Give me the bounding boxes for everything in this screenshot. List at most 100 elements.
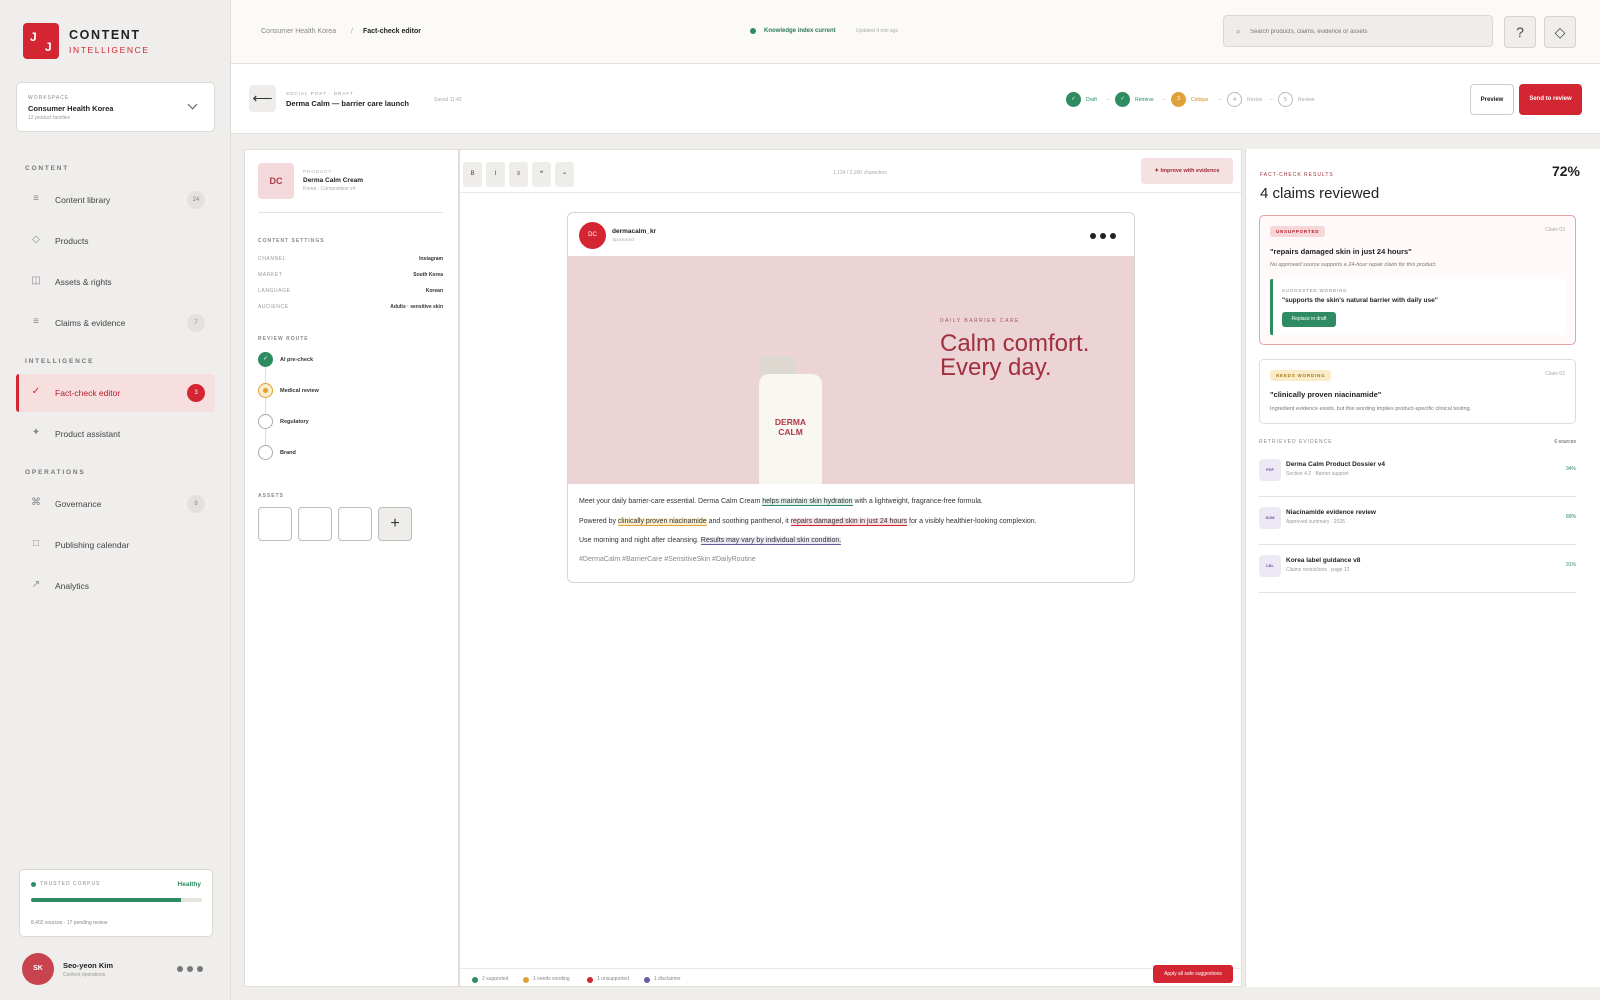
breadcrumb-parent[interactable]: Consumer Health Korea xyxy=(261,28,336,35)
claim-number: Claim 02 xyxy=(1545,371,1565,377)
setting-channel[interactable]: CHANNEL Instagram xyxy=(258,256,443,266)
status-badge: NEEDS WORDING xyxy=(1270,370,1332,381)
sidebar-item-label: Publishing calendar xyxy=(55,540,130,550)
preview-button[interactable]: Preview xyxy=(1470,84,1514,115)
sidebar-item-label: Fact-check editor xyxy=(55,388,121,398)
setting-language[interactable]: LANGUAGE Korean xyxy=(258,288,443,298)
setting-audience[interactable]: AUDIENCE Adults · sensitive skin xyxy=(258,304,443,314)
workspace-selector[interactable]: WORKSPACE Consumer Health Korea 12 produ… xyxy=(16,82,215,132)
editor-panel: B I ≡ ❝ ⌁ 1,124 / 2,200 characters ✦ Imp… xyxy=(459,149,1242,987)
more-icon[interactable] xyxy=(177,966,203,972)
post-body-line[interactable]: Use morning and night after cleansing. R… xyxy=(579,537,842,545)
post-username: dermacalm_kr xyxy=(612,228,657,235)
route-step-medical-review: Medical review xyxy=(280,388,319,394)
add-asset-button[interactable]: + xyxy=(378,507,412,541)
settings-icon[interactable]: ◇ xyxy=(1544,16,1576,48)
index-status-dot xyxy=(750,28,756,34)
asset-slot[interactable] xyxy=(338,507,372,541)
step-mark: 4 xyxy=(1227,92,1242,107)
document-bar: ⟵ SOCIAL POST · DRAFT Derma Calm — barri… xyxy=(231,64,1600,134)
search-input[interactable] xyxy=(1250,24,1480,40)
route-step-done-icon: ✓ xyxy=(258,352,273,367)
bottle-label-line: CALM xyxy=(778,427,803,437)
bottle-label-line: DERMA xyxy=(774,417,807,427)
route-step-regulatory: Regulatory xyxy=(280,419,309,425)
sidebar-item-assets-rights[interactable]: ◫ Assets & rights xyxy=(16,263,215,301)
asset-slot[interactable] xyxy=(298,507,332,541)
sidebar-item-analytics[interactable]: ↗ Analytics xyxy=(16,567,215,605)
back-button[interactable]: ⟵ xyxy=(249,85,276,112)
list-button[interactable]: ≡ xyxy=(509,162,528,187)
evidence-name: Derma Calm Product Dossier v4 xyxy=(1286,461,1385,468)
improve-with-evidence-button[interactable]: ✦ Improve with evidence xyxy=(1141,158,1233,184)
fact-check-panel: FACT-CHECK RESULTS 4 claims reviewed 72%… xyxy=(1245,149,1600,987)
evidence-item[interactable]: SUM Niacinamide evidence review Approved… xyxy=(1259,505,1576,545)
nav-section-content: CONTENT xyxy=(25,165,70,172)
send-to-review-button[interactable]: Send to review xyxy=(1519,84,1582,115)
post-preview-card: DC dermacalm_kr Sponsored DERMA CALM DAIL… xyxy=(567,212,1135,583)
post-body-line[interactable]: Meet your daily barrier-care essential. … xyxy=(579,498,983,506)
sidebar-item-label: Assets & rights xyxy=(55,277,112,287)
editor-footer: 2 supported 1 needs wording 1 unsupporte… xyxy=(460,965,1241,988)
claim-card-needs-wording[interactable]: NEEDS WORDING Claim 02 "clinically prove… xyxy=(1259,359,1576,424)
avatar[interactable]: SK xyxy=(22,953,54,985)
step-label: Draft xyxy=(1086,97,1097,103)
legend-label: 1 needs wording xyxy=(533,976,570,982)
hero-headline-line: Every day. xyxy=(940,354,1052,381)
sidebar-item-governance[interactable]: ⌘ Governance 9 xyxy=(16,485,215,523)
more-icon[interactable] xyxy=(1090,233,1116,239)
body-text: with a lightweight, fragrance-free formu… xyxy=(852,498,983,505)
hero-image[interactable]: DERMA CALM DAILY BARRIER CARE Calm comfor… xyxy=(568,256,1134,484)
post-body-line[interactable]: Powered by clinically proven niacinamide… xyxy=(579,518,1037,526)
product-name[interactable]: Derma Calm Cream xyxy=(303,177,363,184)
sidebar-item-fact-check-editor[interactable]: ✓ Fact-check editor 3 xyxy=(16,374,215,412)
step-mark: ✓ xyxy=(1066,92,1081,107)
italic-button[interactable]: I xyxy=(486,162,505,187)
sidebar-item-product-assistant[interactable]: ✦ Product assistant xyxy=(16,415,215,453)
logo-mark-right: J xyxy=(45,40,52,54)
help-button[interactable]: ? xyxy=(1504,16,1536,48)
assets-heading: ASSETS xyxy=(258,493,285,499)
bold-button[interactable]: B xyxy=(463,162,482,187)
apply-all-suggestions-button[interactable]: Apply all safe suggestions xyxy=(1153,965,1233,983)
brand-logo[interactable]: J J xyxy=(23,23,59,59)
quote-button[interactable]: ❝ xyxy=(532,162,551,187)
claim-unsupported[interactable]: repairs damaged skin in just 24 hours xyxy=(790,518,908,526)
workspace-name: Consumer Health Korea xyxy=(28,104,114,113)
brand-title: CONTENT xyxy=(69,28,141,42)
avatar: DC xyxy=(579,222,606,249)
claim-needs-wording[interactable]: clinically proven niacinamide xyxy=(617,518,707,526)
claim-supported[interactable]: helps maintain skin hydration xyxy=(762,498,853,506)
sidebar-item-label: Claims & evidence xyxy=(55,318,126,328)
link-button[interactable]: ⌁ xyxy=(555,162,574,187)
doc-title: Derma Calm — barrier care launch xyxy=(286,99,409,108)
sidebar-item-content-library[interactable]: ≡ Content library 24 xyxy=(16,181,215,219)
step-mark: 5 xyxy=(1278,92,1293,107)
sidebar-item-products[interactable]: ◇ Products xyxy=(16,222,215,260)
evidence-heading: RETRIEVED EVIDENCE xyxy=(1259,439,1333,445)
body-text: and soothing panthenol, it xyxy=(706,518,791,525)
step-mark: ✓ xyxy=(1115,92,1130,107)
setting-market[interactable]: MARKET South Korea xyxy=(258,272,443,282)
replace-in-draft-button[interactable]: Replace in draft xyxy=(1282,312,1336,327)
evidence-match: 94% xyxy=(1565,466,1576,472)
claim-card-unsupported[interactable]: UNSUPPORTED Claim 03 "repairs damaged sk… xyxy=(1259,215,1576,345)
sidebar-item-claims-evidence[interactable]: ≡ Claims & evidence 7 xyxy=(16,304,215,342)
arrow-right-icon: → xyxy=(1161,96,1167,102)
trusted-corpus-card[interactable]: TRUSTED CORPUS Healthy 8,402 sources · 1… xyxy=(19,869,213,937)
evidence-item[interactable]: LBL Korea label guidance v8 Claims restr… xyxy=(1259,553,1576,593)
body-text: for a visibly healthier-looking complexi… xyxy=(907,518,1037,525)
route-step-current-icon xyxy=(258,383,273,398)
asset-slot[interactable] xyxy=(258,507,292,541)
sidebar: J J CONTENT INTELLIGENCE WORKSPACE Consu… xyxy=(0,0,231,1000)
results-title: 4 claims reviewed xyxy=(1260,185,1380,202)
library-icon: ≡ xyxy=(33,193,39,204)
analytics-icon: ↗ xyxy=(31,579,41,590)
product-label: PRODUCT xyxy=(303,169,333,174)
sidebar-item-publishing-calendar[interactable]: □ Publishing calendar xyxy=(16,526,215,564)
search-box[interactable]: ⌕ xyxy=(1223,15,1493,47)
evidence-item[interactable]: PDF Derma Calm Product Dossier v4 Sectio… xyxy=(1259,457,1576,497)
step-mark: 3 xyxy=(1171,92,1186,107)
claim-disclaimer[interactable]: Results may vary by individual skin cond… xyxy=(700,537,842,545)
top-bar: Consumer Health Korea / Fact-check edito… xyxy=(231,0,1600,64)
